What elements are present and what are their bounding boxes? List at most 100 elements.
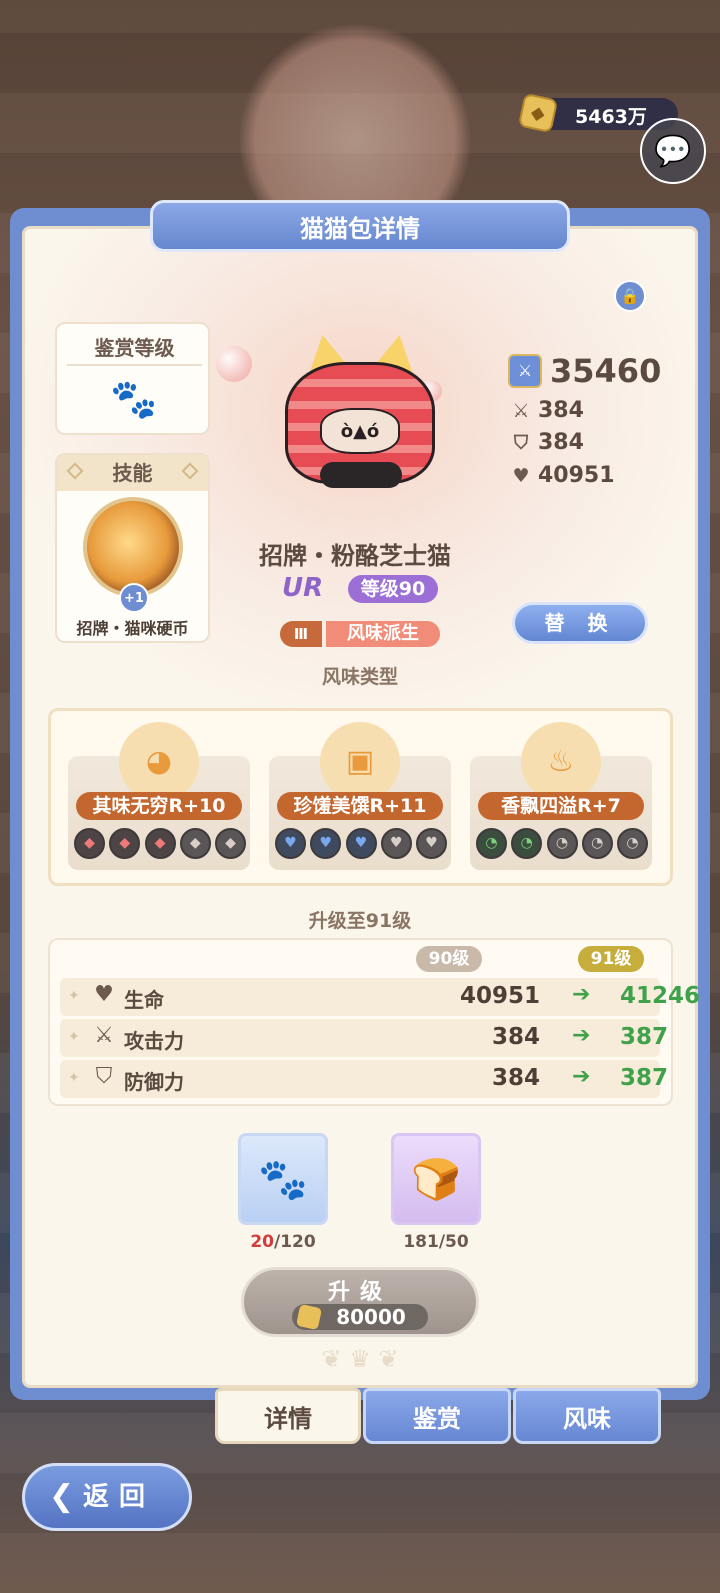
diamond-gem-icon: ◆ — [74, 828, 105, 859]
arrow-right-icon: ➔ — [572, 1023, 591, 1048]
rarity-badge: UR — [282, 573, 324, 603]
attack-stat: ⚔ 384 — [510, 398, 584, 423]
bubble-decoration — [216, 346, 252, 382]
coin-icon: ◆ — [517, 92, 559, 134]
rank-badge: Ⅲ — [280, 621, 322, 647]
moon-gem-icon: ◔ — [511, 828, 543, 859]
skill-name: 招牌・猫咪硬币 — [76, 619, 189, 638]
material-paw-candy[interactable]: 🐾 — [238, 1133, 328, 1225]
lock-icon[interactable]: 🔒 — [614, 280, 646, 312]
dish-icon: ▣ — [320, 722, 400, 802]
hp-value: 40951 — [538, 463, 615, 488]
next-level-pill: 91级 — [578, 946, 644, 972]
heart-gem-icon: ♥ — [416, 828, 447, 859]
stat-label: 防御力 — [124, 1070, 184, 1094]
heart-gem-icon: ♥ — [345, 828, 377, 859]
cat-paws — [320, 462, 402, 488]
chat-button[interactable]: 💬 — [640, 118, 706, 184]
arrow-right-icon: ➔ — [572, 1064, 591, 1089]
combat-power: ⚔ 35460 — [508, 352, 668, 392]
sparkle-icon: ✦ — [68, 1029, 80, 1045]
moon-gem-icon: ◔ — [546, 828, 578, 859]
heart-gem-icon: ♥ — [275, 828, 306, 859]
sparkle-icon: ✦ — [68, 988, 80, 1004]
cat-ornament-icon: ❦ ♛ ❦ — [321, 1345, 399, 1373]
moon-gem-icon: ◔ — [476, 828, 507, 859]
upgrade-button-label: 升级 — [327, 1280, 392, 1305]
back-label: 返回 — [83, 1482, 156, 1512]
moon-gem-icon: ◔ — [581, 828, 613, 859]
diamond-gem-icon: ◆ — [215, 828, 246, 859]
diamond-gem-icon: ◆ — [144, 828, 176, 859]
flavor-derived-badge: 风味派生 — [326, 621, 440, 647]
attack-value: 384 — [538, 398, 584, 423]
cat-face-icon: ◕ — [119, 722, 199, 802]
paw-candy-icon: 🐾 — [258, 1156, 308, 1203]
stat-label: 攻击力 — [124, 1029, 184, 1053]
tab-flavor[interactable]: 风味 — [513, 1388, 661, 1444]
diamond-gem-icon: ◆ — [179, 828, 211, 859]
flavor-section-title: 风味类型 — [321, 666, 398, 688]
paw-toast-icon: 🍞 — [411, 1156, 461, 1203]
flavor-label: 其味无穷R+10 — [76, 792, 242, 820]
cat-name: 招牌・粉酪芝士猫 — [259, 542, 451, 570]
appreciation-card[interactable]: 鉴赏等级 🐾 — [55, 322, 210, 435]
current-value: 40951 — [459, 983, 540, 1009]
material-paw-toast[interactable]: 🍞 — [391, 1133, 481, 1225]
heart-gem-icon: ♥ — [380, 828, 412, 859]
material-count: 181/50 — [391, 1232, 481, 1252]
cat-coin-skill-icon[interactable] — [83, 497, 183, 597]
flavor-label: 香飘四溢R+7 — [478, 792, 644, 820]
next-value: 387 — [620, 1024, 669, 1050]
background-cat-figure — [240, 20, 470, 220]
back-button[interactable]: ❮ 返回 — [22, 1463, 192, 1531]
flavor-gems: ◆ ◆ ◆ ◆ ◆ — [74, 828, 246, 860]
tab-appreciation[interactable]: 鉴赏 — [363, 1388, 511, 1444]
divider — [67, 364, 202, 366]
panel-title: 猫猫包详情 — [150, 200, 570, 252]
moon-gem-icon: ◔ — [617, 828, 648, 859]
chat-bubble-icon: 💬 — [654, 133, 692, 169]
shield-icon: ⛉ — [95, 1064, 113, 1089]
defense-stat: ⛉ 384 — [510, 430, 584, 455]
material-count: 20/120 — [238, 1232, 328, 1252]
level-badge: 等级90 — [348, 575, 438, 603]
upgrade-section-title: 升级至91级 — [308, 910, 412, 932]
flavor-item[interactable]: ♨ 香飘四溢R+7 ◔ ◔ ◔ ◔ ◔ — [470, 722, 652, 872]
combat-power-value: 35460 — [550, 352, 662, 390]
flavor-item[interactable]: ▣ 珍馐美馔R+11 ♥ ♥ ♥ ♥ ♥ — [269, 722, 451, 872]
coin-balance: 5463万 — [575, 106, 647, 128]
coin-icon — [295, 1303, 323, 1331]
flavor-item[interactable]: ◕ 其味无穷R+10 ◆ ◆ ◆ ◆ ◆ — [68, 722, 250, 872]
upgrade-row: ✦ ⛉ 防御力 384 ➔ 387 — [60, 1060, 668, 1098]
diamond-gem-icon: ◆ — [109, 828, 141, 859]
heart-icon: ♥ — [512, 465, 530, 487]
material-have: 20 — [250, 1232, 274, 1252]
material-have: 181 — [403, 1232, 439, 1252]
aroma-icon: ♨ — [521, 722, 601, 802]
heart-gem-icon: ♥ — [310, 828, 342, 859]
tab-details[interactable]: 详情 — [215, 1388, 361, 1444]
upgrade-row: ✦ ♥ 生命 40951 ➔ 41246 — [60, 978, 700, 1016]
current-value: 384 — [491, 1065, 540, 1091]
hp-stat: ♥ 40951 — [510, 463, 615, 488]
sword-shield-icon: ⚔ — [508, 354, 542, 388]
skill-card[interactable]: 技能 +1 招牌・猫咪硬币 — [55, 453, 210, 643]
shield-icon: ⛉ — [513, 432, 529, 454]
current-level-pill: 90级 — [416, 946, 482, 972]
material-need: /50 — [438, 1232, 469, 1252]
stat-label: 生命 — [124, 988, 164, 1012]
next-value: 41246 — [620, 983, 701, 1009]
upgrade-button[interactable]: 升级 80000 — [241, 1267, 479, 1337]
skill-level-badge: +1 — [119, 583, 149, 613]
next-value: 387 — [620, 1065, 669, 1091]
chevron-left-icon: ❮ — [49, 1479, 75, 1514]
material-need: /120 — [273, 1232, 316, 1252]
replace-button[interactable]: 替 换 — [512, 602, 648, 644]
upgrade-row: ✦ ⚔ 攻击力 384 ➔ 387 — [60, 1019, 668, 1057]
flavor-label: 珍馐美馔R+11 — [277, 792, 443, 820]
sparkle-icon: ✦ — [68, 1070, 80, 1086]
current-value: 384 — [491, 1024, 540, 1050]
heart-icon: ♥ — [94, 982, 114, 1007]
cat-face: ò▲ó — [320, 408, 400, 454]
